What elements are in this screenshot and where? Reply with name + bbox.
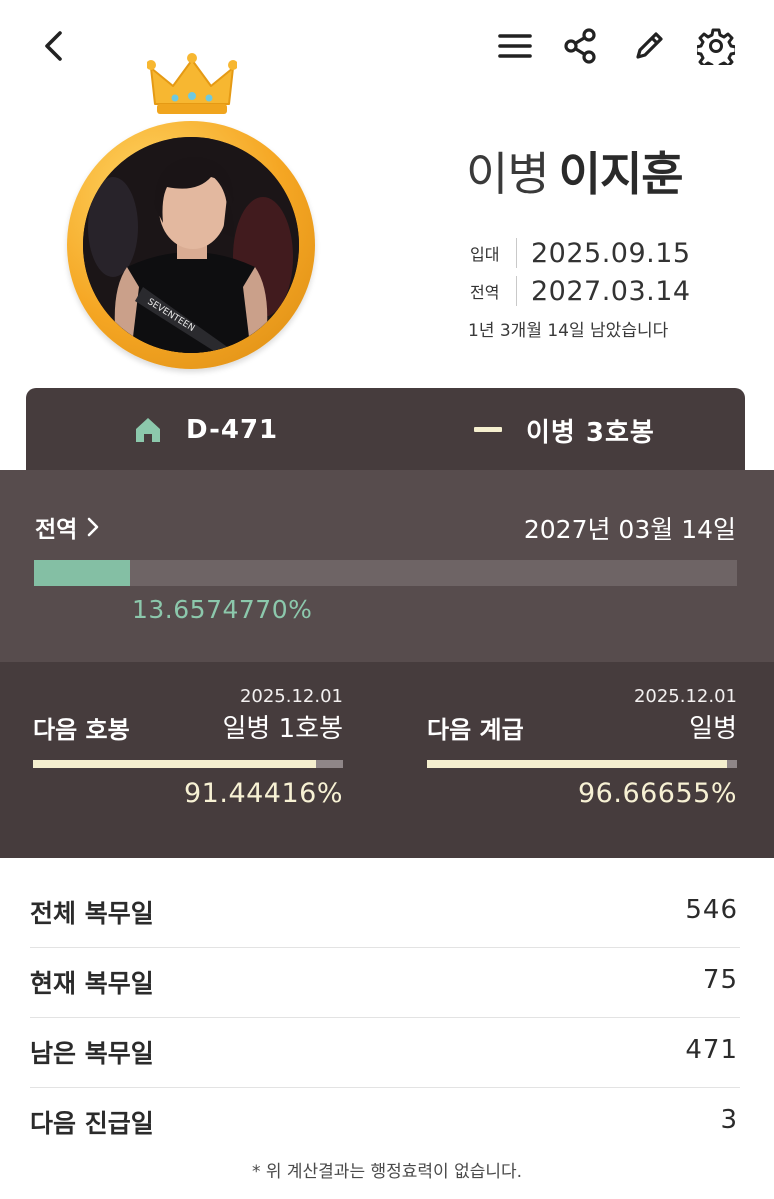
stat-label: 남은 복무일 [30, 1039, 154, 1068]
next-pay-step-title: 다음 호봉 [33, 716, 130, 744]
enlist-row: 입대 2025.09.15 [470, 234, 691, 272]
person-name: 이지훈 [558, 147, 684, 201]
stat-value: 471 [685, 1035, 738, 1065]
avatar[interactable]: SEVENTEEN [83, 137, 299, 353]
next-grade-date: 2025.12.01 [633, 686, 737, 707]
discharge-progress-fill [34, 560, 130, 586]
discharge-link-label: 전역 [35, 517, 78, 543]
menu-icon [498, 34, 532, 58]
list-item: 현재 복무일 75 [30, 948, 740, 1018]
next-pay-step-percent: 91.44416% [184, 778, 343, 809]
enlist-label: 입대 [470, 245, 500, 264]
stat-value: 546 [685, 895, 738, 925]
stat-value: 75 [702, 965, 738, 995]
service-stats-list: 전체 복무일 546 현재 복무일 75 남은 복무일 471 다음 진급일 3 [30, 878, 740, 1158]
discharge-progress-percent: 13.6574770% [132, 595, 313, 624]
next-grade-bar [427, 760, 737, 768]
list-item: 다음 진급일 3 [30, 1088, 740, 1158]
edit-icon [636, 32, 663, 59]
d-day-tab[interactable]: D-471 [134, 388, 278, 472]
next-grade-name: 일병 [689, 714, 737, 744]
next-promotion-section: 다음 호봉 2025.12.01 일병 1호봉 91.44416% 다음 계급 … [0, 662, 774, 858]
soldier-name: 이병 이지훈 [466, 146, 684, 202]
discharge-label: 전역 [470, 283, 500, 302]
discharge-row: 전역 2027.03.14 [470, 272, 691, 310]
discharge-progress-bar [34, 560, 737, 586]
next-grade-fill [427, 760, 727, 768]
stat-label: 전체 복무일 [30, 899, 154, 928]
chevron-right-icon [88, 517, 99, 537]
discharge-full-date: 2027년 03월 14일 [523, 515, 736, 544]
home-icon [136, 418, 160, 442]
next-pay-step-fill [33, 760, 317, 768]
stat-label: 다음 진급일 [30, 1109, 154, 1138]
share-icon [564, 28, 596, 64]
next-pay-step: 다음 호봉 2025.12.01 일병 1호봉 91.44416% [33, 662, 343, 858]
grade-tab[interactable]: 이병 3호봉 [474, 388, 655, 472]
next-grade-percent: 96.66655% [578, 778, 737, 809]
divider [516, 238, 517, 268]
remaining-text: 1년 3개월 14일 남았습니다 [468, 321, 669, 341]
stat-label: 현재 복무일 [30, 969, 154, 998]
next-pay-step-name: 일병 1호봉 [222, 714, 344, 744]
discharge-link[interactable]: 전역 [35, 510, 99, 544]
next-pay-step-date: 2025.12.01 [239, 686, 343, 707]
d-day-label: D-471 [186, 415, 279, 445]
menu-button[interactable] [493, 24, 537, 68]
current-grade-label: 이병 3호봉 [526, 417, 655, 448]
crown-icon [147, 53, 237, 114]
avatar-photo: SEVENTEEN [83, 137, 299, 353]
service-dates: 입대 2025.09.15 전역 2027.03.14 [470, 234, 691, 310]
disclaimer-footnote: * 위 계산결과는 행정효력이 없습니다. [251, 1162, 523, 1182]
discharge-date: 2027.03.14 [531, 275, 691, 307]
list-item: 남은 복무일 471 [30, 1018, 740, 1088]
enlist-date: 2025.09.15 [531, 237, 691, 269]
list-item: 전체 복무일 546 [30, 878, 740, 948]
grade-bar-icon [474, 427, 502, 432]
back-icon [45, 31, 62, 61]
share-button[interactable] [558, 24, 602, 68]
top-bar [0, 0, 774, 95]
divider [516, 276, 517, 306]
next-grade-title: 다음 계급 [427, 716, 524, 744]
summary-card: D-471 이병 3호봉 [26, 388, 745, 472]
edit-button[interactable] [627, 24, 671, 68]
stat-value: 3 [720, 1105, 738, 1135]
discharge-progress-section: 전역 2027년 03월 14일 13.6574770% [0, 470, 774, 662]
next-grade: 다음 계급 2025.12.01 일병 96.66655% [427, 662, 737, 858]
next-pay-step-bar [33, 760, 343, 768]
rank-label: 이병 [466, 147, 550, 201]
back-button[interactable] [32, 24, 76, 68]
settings-icon [697, 28, 735, 65]
settings-button[interactable] [694, 24, 738, 68]
